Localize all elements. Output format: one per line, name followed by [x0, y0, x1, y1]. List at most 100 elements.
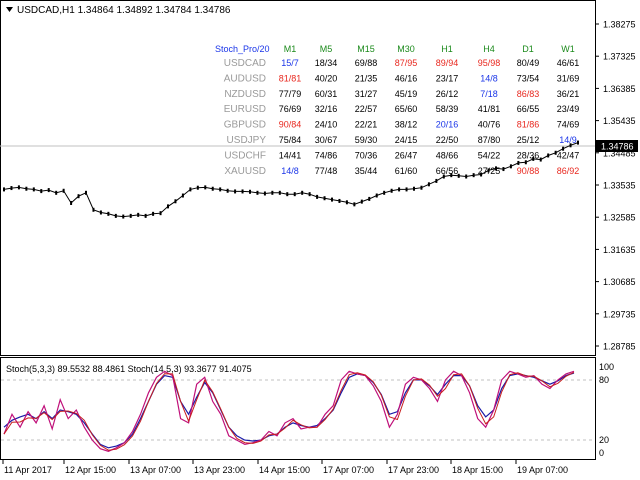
stoch-value-cell: 66/56 — [436, 166, 459, 176]
stoch-value-cell: 90/84 — [279, 120, 302, 130]
stoch-value-cell: 86/83 — [517, 89, 540, 99]
price-tick-label: 1.32585 — [603, 213, 636, 223]
stoch-value-cell: 65/60 — [395, 104, 418, 114]
stoch-value-cell: 45/19 — [395, 89, 418, 99]
price-tick-label: 1.36385 — [603, 84, 636, 94]
symbol-label: USDJPY — [227, 135, 267, 146]
price-tick-label: 1.33535 — [603, 181, 636, 191]
stoch-value-cell: 54/22 — [478, 150, 501, 160]
stoch-value-cell: 58/39 — [436, 104, 459, 114]
stoch-value-cell: 46/16 — [395, 73, 418, 83]
chart-title: USDCAD,H1 1.34864 1.34892 1.34784 1.3478… — [17, 5, 231, 16]
chart-header: USDCAD,H1 1.34864 1.34892 1.34784 1.3478… — [6, 5, 231, 16]
stoch-value-cell: 23/17 — [436, 73, 459, 83]
symbol-label: USDCHF — [224, 150, 266, 161]
current-price-label: 1.34786 — [601, 142, 634, 152]
stoch-value-cell: 7/18 — [480, 89, 498, 99]
stoch-value-cell: 80/49 — [517, 58, 540, 68]
time-tick-label: 17 Apr 07:00 — [323, 465, 374, 475]
level-label: 100 — [599, 362, 614, 372]
stoch-value-cell: 30/67 — [315, 135, 338, 145]
stoch-value-cell: 40/20 — [315, 73, 338, 83]
stoch-value-cell: 86/92 — [557, 166, 580, 176]
stoch-value-cell: 23/49 — [557, 104, 580, 114]
timeframe-header: H1 — [441, 44, 453, 54]
time-tick-label: 11 Apr 2017 — [4, 465, 52, 475]
stoch-value-cell: 32/16 — [315, 104, 338, 114]
stoch-value-cell: 24/15 — [395, 135, 418, 145]
price-tick-label: 1.38275 — [603, 20, 636, 30]
main-chart-frame — [0, 0, 596, 356]
level-label: 80 — [599, 375, 609, 385]
timeframe-header: H4 — [483, 44, 495, 54]
stoch-value-cell: 90/88 — [517, 166, 540, 176]
stoch-value-cell: 35/44 — [355, 166, 378, 176]
stoch-value-cell: 74/69 — [557, 120, 580, 130]
stoch-value-cell: 14/41 — [279, 150, 302, 160]
stoch-value-cell: 77/48 — [315, 166, 338, 176]
stoch-value-cell: 76/69 — [279, 104, 302, 114]
stoch-value-cell: 77/79 — [279, 89, 302, 99]
timeframe-header: M5 — [320, 44, 333, 54]
stoch-value-cell: 48/66 — [436, 150, 459, 160]
stoch-value-cell: 60/31 — [315, 89, 338, 99]
stoch-value-cell: 28/36 — [517, 150, 540, 160]
stoch-value-cell: 22/50 — [436, 135, 459, 145]
price-tick-label: 1.29735 — [603, 309, 636, 319]
stoch-value-cell: 31/69 — [557, 73, 580, 83]
subwindow-label: Stoch(5,3,3) 89.5532 88.4861 Stoch(14,5,… — [6, 364, 252, 374]
stoch-value-cell: 25/12 — [517, 135, 540, 145]
stoch-value-cell: 46/61 — [557, 58, 580, 68]
time-tick-label: 13 Apr 07:00 — [130, 465, 181, 475]
timeframe-header: D1 — [522, 44, 534, 54]
symbol-label: NZDUSD — [224, 89, 266, 100]
stoch-value-cell: 14/8 — [281, 166, 299, 176]
timeframe-header: W1 — [561, 44, 575, 54]
time-tick-label: 18 Apr 15:00 — [452, 465, 503, 475]
stoch-value-cell: 31/27 — [355, 89, 378, 99]
stoch-value-cell: 21/35 — [355, 73, 378, 83]
price-tick-label: 1.37325 — [603, 52, 636, 62]
stoch-value-cell: 14/9 — [559, 135, 577, 145]
timeframe-header: M15 — [357, 44, 375, 54]
stoch-value-cell: 81/86 — [517, 120, 540, 130]
level-label: 0 — [599, 448, 604, 458]
stoch-value-cell: 20/16 — [436, 120, 459, 130]
stoch-value-cell: 70/36 — [355, 150, 378, 160]
stoch-value-cell: 95/98 — [478, 58, 501, 68]
stoch-value-cell: 89/94 — [436, 58, 459, 68]
chart-canvas[interactable]: USDCAD,H1 1.34864 1.34892 1.34784 1.3478… — [0, 0, 640, 480]
stoch-value-cell: 73/54 — [517, 73, 540, 83]
stoch-value-cell: 38/12 — [395, 120, 418, 130]
stoch-value-cell: 36/21 — [557, 89, 580, 99]
current-price-tag: 1.34786 — [596, 140, 638, 152]
time-tick-label: 17 Apr 23:00 — [388, 465, 439, 475]
stoch-value-cell: 14/8 — [480, 73, 498, 83]
stoch-value-cell: 18/34 — [315, 58, 338, 68]
stoch-value-cell: 75/84 — [279, 135, 302, 145]
indicator-label: Stoch_Pro/20 — [215, 44, 270, 54]
stoch-value-cell: 42/47 — [557, 150, 580, 160]
stoch-value-cell: 26/47 — [395, 150, 418, 160]
timeframe-header: M1 — [284, 44, 297, 54]
time-tick-label: 13 Apr 23:00 — [194, 465, 245, 475]
stoch-value-cell: 74/86 — [315, 150, 338, 160]
symbol-label: AUDUSD — [224, 73, 266, 84]
stoch-value-cell: 61/60 — [395, 166, 418, 176]
price-tick-label: 1.31635 — [603, 245, 636, 255]
stoch-value-cell: 26/12 — [436, 89, 459, 99]
time-tick-label: 14 Apr 15:00 — [259, 465, 310, 475]
price-tick-label: 1.35435 — [603, 116, 636, 126]
level-label: 20 — [599, 435, 609, 445]
price-tick-label: 1.30685 — [603, 277, 636, 287]
stoch-value-cell: 15/7 — [281, 58, 299, 68]
stoch-value-cell: 69/88 — [355, 58, 378, 68]
symbol-label: EURUSD — [224, 104, 266, 115]
symbol-label: GBPUSD — [224, 120, 266, 131]
price-tick-label: 1.28785 — [603, 342, 636, 352]
stoch-value-cell: 22/21 — [355, 120, 378, 130]
symbol-label: USDCAD — [224, 58, 266, 69]
stoch-value-cell: 41/81 — [478, 104, 501, 114]
stoch-value-cell: 27/25 — [478, 166, 501, 176]
stoch-value-cell: 40/76 — [478, 120, 501, 130]
